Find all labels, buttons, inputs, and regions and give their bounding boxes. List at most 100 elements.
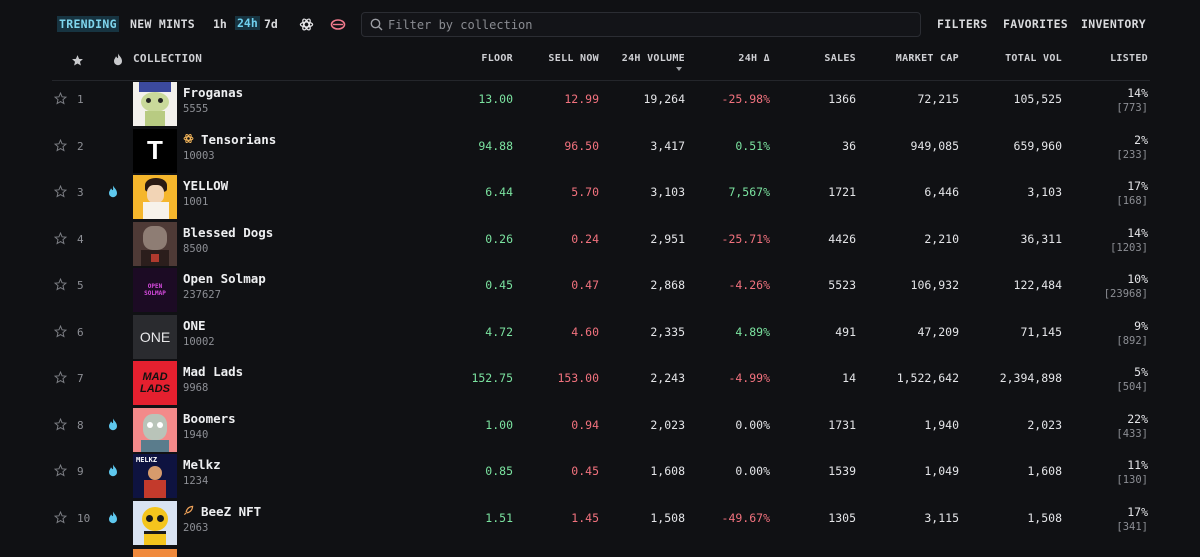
- volume-24h: 1,508: [650, 510, 685, 525]
- sell-now-price[interactable]: 4.60: [571, 325, 599, 339]
- collection-thumbnail[interactable]: [133, 549, 177, 557]
- collection-name[interactable]: Mad Lads: [183, 364, 243, 379]
- collection-thumbnail[interactable]: MELKZ: [133, 454, 177, 498]
- collection-search[interactable]: [361, 12, 921, 37]
- table-row[interactable]: 8 Boomers 1940 1.00 0.94 2,023 0.00% 1731 1,940…: [52, 404, 1150, 452]
- col-sales[interactable]: SALES: [824, 53, 856, 64]
- collection-name[interactable]: Melkz: [183, 457, 221, 472]
- col-market-cap[interactable]: MARKET CAP: [896, 53, 959, 64]
- table-row[interactable]: 9 MELKZ Melkz 1234 0.85 0.45 1,608 0.00% 1539 1…: [52, 450, 1150, 498]
- collection-supply: 10003: [183, 149, 215, 162]
- table-row[interactable]: 7 MAD LADS Mad Lads 9968 152.75 153.00 2,243…: [52, 357, 1150, 405]
- volume-24h: 3,417: [650, 138, 685, 153]
- table-row[interactable]: 2 T Tensorians 10003 94.88 96.50 3,417 0.51% 3…: [52, 125, 1150, 173]
- collection-name[interactable]: Open Solmap: [183, 271, 266, 286]
- favorite-star-icon[interactable]: [53, 138, 68, 155]
- tab-trending[interactable]: TRENDING: [57, 16, 119, 32]
- search-icon: [370, 18, 383, 31]
- collection-name[interactable]: ONE: [183, 318, 206, 333]
- market-cap: 1,049: [924, 464, 959, 478]
- favorite-star-icon[interactable]: [53, 510, 68, 527]
- period-1h[interactable]: 1h: [213, 17, 227, 31]
- collection-name[interactable]: Blessed Dogs: [183, 225, 273, 240]
- collection-thumbnail[interactable]: [133, 175, 177, 219]
- col-24h-change[interactable]: 24H Δ: [738, 53, 770, 64]
- sell-now-price[interactable]: 0.45: [571, 464, 599, 478]
- rank: 7: [77, 372, 84, 385]
- collection-supply: 237627: [183, 289, 221, 301]
- total-volume: 659,960: [1013, 138, 1062, 153]
- table-row[interactable]: 6 ONE ONE 10002 4.72 4.60 2,335 4.89% 491 47,20…: [52, 311, 1150, 359]
- volume-24h: 2,023: [650, 417, 685, 432]
- total-volume: 3,103: [1027, 185, 1062, 199]
- collection-name[interactable]: Tensorians: [183, 132, 276, 147]
- favorite-star-icon[interactable]: [53, 231, 68, 248]
- collection-supply: 2063: [183, 521, 209, 534]
- favorite-star-icon[interactable]: [53, 91, 68, 108]
- col-collection[interactable]: COLLECTION: [133, 52, 202, 65]
- collection-name[interactable]: BeeZ NFT: [183, 504, 261, 519]
- collection-name[interactable]: YELLOW: [183, 178, 228, 193]
- sales-count: 36: [842, 138, 856, 153]
- rank: 6: [77, 325, 84, 339]
- favorite-star-icon[interactable]: [53, 184, 68, 201]
- collection-name[interactable]: Boomers: [183, 411, 236, 426]
- listed-count: [773]: [1116, 102, 1148, 114]
- sell-now-price[interactable]: 1.45: [571, 511, 599, 525]
- table-row[interactable]: 4 Blessed Dogs 8500 0.26 0.24 2,951 -25.71% 44…: [52, 218, 1150, 266]
- col-sell-now[interactable]: SELL NOW: [548, 53, 599, 64]
- favorite-star-icon[interactable]: [53, 277, 68, 294]
- flame-icon: [108, 418, 118, 434]
- collection-thumbnail[interactable]: MAD LADS: [133, 361, 177, 405]
- change-24h: -49.67%: [721, 510, 770, 525]
- favorite-star-icon[interactable]: [53, 463, 68, 480]
- favorites-button[interactable]: FAVORITES: [1003, 17, 1068, 31]
- sell-now-price[interactable]: 0.47: [571, 278, 599, 292]
- total-volume: 71,145: [1020, 324, 1062, 339]
- favorite-star-icon[interactable]: [53, 417, 68, 434]
- collection-thumbnail[interactable]: OPEN SOLMAP: [133, 268, 177, 312]
- tensor-icon[interactable]: [299, 17, 314, 32]
- table-row[interactable]: 1 Froganas 5555 13.00 12.99 19,264 -25.98% 136…: [52, 78, 1150, 126]
- sell-now-price[interactable]: 153.00: [557, 371, 599, 385]
- tab-new-mints[interactable]: NEW MINTS: [130, 17, 195, 31]
- total-volume: 2,394,898: [999, 371, 1062, 385]
- favorite-star-icon[interactable]: [53, 370, 68, 387]
- mode-toggle-icon[interactable]: [330, 17, 346, 32]
- collection-thumbnail[interactable]: [133, 500, 177, 545]
- flame-icon[interactable]: [113, 53, 123, 66]
- rank: 1: [77, 93, 84, 106]
- sell-now-price[interactable]: 0.94: [571, 418, 599, 432]
- floor-price: 0.45: [485, 278, 513, 292]
- period-24h[interactable]: 24h: [235, 16, 260, 30]
- col-floor[interactable]: FLOOR: [481, 53, 513, 64]
- listed-count: [233]: [1116, 148, 1148, 161]
- collection-thumbnail[interactable]: [133, 407, 177, 452]
- collection-thumbnail[interactable]: [133, 82, 177, 126]
- search-input[interactable]: [388, 16, 908, 34]
- star-icon[interactable]: [71, 54, 84, 67]
- collection-thumbnail[interactable]: ONE: [133, 314, 177, 359]
- col-listed[interactable]: LISTED: [1110, 53, 1148, 64]
- sell-now-price[interactable]: 12.99: [564, 92, 599, 106]
- change-24h: 4.89%: [735, 324, 770, 339]
- collection-name[interactable]: Froganas: [183, 85, 243, 100]
- sales-count: 1731: [828, 417, 856, 432]
- period-7d[interactable]: 7d: [264, 17, 278, 31]
- sell-now-price[interactable]: 96.50: [564, 139, 599, 153]
- volume-24h: 2,335: [650, 324, 685, 339]
- collection-thumbnail[interactable]: [133, 221, 177, 266]
- table-row[interactable]: 10 BeeZ NFT 2063 1.51 1.45 1,508 -49.67% 1305 3…: [52, 497, 1150, 545]
- sell-now-price[interactable]: 0.24: [571, 232, 599, 246]
- table-row[interactable]: 3 YELLOW 1001 6.44 5.70 3,103 7,567% 1721 6,446…: [52, 171, 1150, 219]
- inventory-button[interactable]: INVENTORY: [1081, 17, 1146, 31]
- col-24h-volume[interactable]: 24H VOLUME: [622, 53, 685, 64]
- sell-now-price[interactable]: 5.70: [571, 185, 599, 199]
- total-volume: 2,023: [1027, 417, 1062, 432]
- favorite-star-icon[interactable]: [53, 324, 68, 341]
- filters-button[interactable]: FILTERS: [937, 17, 988, 31]
- table-row[interactable]: 5 OPEN SOLMAP Open Solmap 237627 0.45 0.47 2…: [52, 264, 1150, 312]
- col-total-vol[interactable]: TOTAL VOL: [1005, 53, 1062, 64]
- listed-count: [504]: [1116, 381, 1148, 393]
- collection-thumbnail[interactable]: T: [133, 128, 177, 173]
